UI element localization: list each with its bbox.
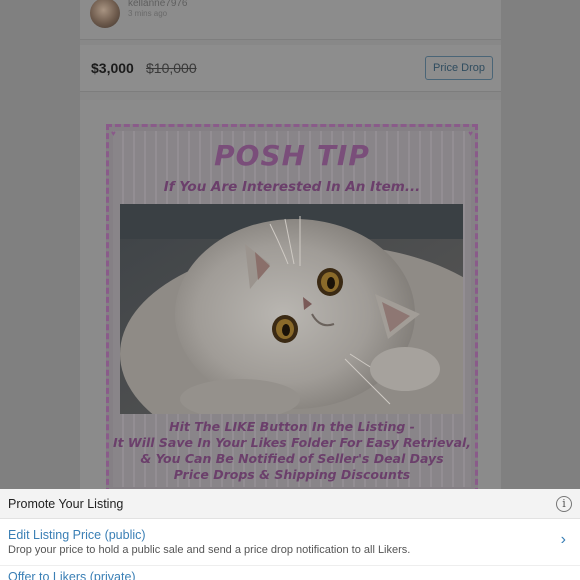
seller-card: kellanne7976 3 mins ago	[80, 0, 501, 40]
tip-title: POSH TIP	[214, 139, 370, 172]
promote-listing-sheet: Promote Your Listing i Edit Listing Pric…	[0, 489, 580, 580]
price-card: $3,000 $10,000 Price Drop	[80, 45, 501, 92]
cat-illustration	[120, 204, 463, 414]
tip-body: Hit The LIKE Button In the Listing - It …	[109, 419, 475, 483]
offer-to-likers-option[interactable]: Offer to Likers (private)	[0, 565, 580, 580]
avatar[interactable]	[90, 0, 120, 28]
tip-subtitle: If You Are Interested In An Item...	[163, 179, 421, 195]
tip-body-line: Price Drops & Shipping Discounts	[173, 467, 411, 482]
original-price: $10,000	[146, 60, 197, 76]
tip-body-line: Hit The LIKE Button In the Listing -	[169, 419, 415, 434]
heart-icon: ♥	[468, 129, 473, 138]
sheet-title: Promote Your Listing	[8, 497, 124, 511]
option-title[interactable]: Edit Listing Price (public)	[8, 528, 146, 542]
price-drop-button[interactable]: Price Drop	[425, 56, 493, 80]
cat-photo	[120, 204, 463, 414]
posted-time: 3 mins ago	[128, 9, 168, 18]
sheet-header: Promote Your Listing i	[0, 489, 580, 519]
chevron-right-icon[interactable]: ›	[561, 531, 566, 549]
heart-icon: ♥	[111, 129, 116, 138]
option-title[interactable]: Offer to Likers (private)	[8, 570, 136, 580]
option-description: Drop your price to hold a public sale an…	[8, 544, 411, 556]
tip-body-line: It Will Save In Your Likes Folder For Ea…	[112, 435, 472, 450]
tip-body-line: & You Can Be Notified of Seller's Deal D…	[140, 451, 444, 466]
info-icon[interactable]: i	[556, 496, 572, 512]
edit-listing-price-option[interactable]: Edit Listing Price (public) Drop your pr…	[0, 520, 580, 564]
seller-username[interactable]: kellanne7976	[128, 0, 188, 9]
current-price: $3,000	[91, 60, 134, 76]
